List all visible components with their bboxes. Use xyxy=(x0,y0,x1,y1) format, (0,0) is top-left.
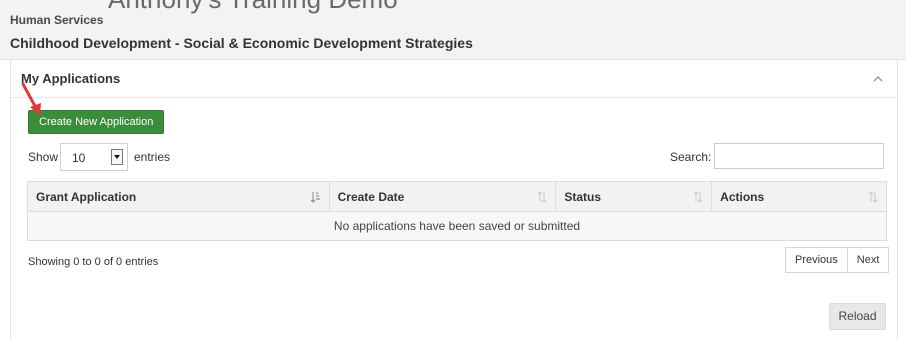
show-label: Show xyxy=(28,150,59,164)
table-info: Showing 0 to 0 of 0 entries xyxy=(28,256,159,268)
column-header-label: Status xyxy=(564,189,602,204)
panel-header[interactable]: My Applications xyxy=(11,60,897,98)
column-header-label: Grant Application xyxy=(36,189,137,204)
search-label: Search: xyxy=(670,150,712,164)
page-header: Anthony's Training Demo Human Services C… xyxy=(0,0,906,60)
entries-label: entries xyxy=(134,150,171,164)
next-page-button[interactable]: Next xyxy=(847,247,890,273)
create-new-application-button[interactable]: Create New Application xyxy=(28,110,165,134)
column-header-status[interactable]: Status xyxy=(555,181,713,212)
entries-select[interactable]: 10 xyxy=(60,143,128,171)
chevron-up-icon[interactable] xyxy=(871,72,885,86)
column-header-label: Actions xyxy=(720,189,765,204)
sort-icon xyxy=(868,191,878,203)
sort-ascending-icon xyxy=(310,192,320,203)
table-header-row: Grant Application Create Date Status Act… xyxy=(27,181,887,212)
my-applications-panel: My Applications Create New Application S… xyxy=(10,60,898,340)
dropdown-arrow-icon[interactable] xyxy=(111,149,123,165)
pagination: Previous Next xyxy=(785,247,890,273)
entries-value: 10 xyxy=(72,151,86,165)
program-title: Childhood Development - Social & Economi… xyxy=(10,35,473,51)
empty-table-message: No applications have been saved or submi… xyxy=(27,211,887,241)
app-title: Anthony's Training Demo xyxy=(108,0,398,15)
sort-icon xyxy=(537,191,547,203)
column-header-label: Create Date xyxy=(337,189,405,204)
applications-table: Grant Application Create Date Status Act… xyxy=(27,181,887,241)
panel-title: My Applications xyxy=(21,71,121,86)
column-header-grant-application[interactable]: Grant Application xyxy=(27,181,330,212)
organization-name: Human Services xyxy=(10,13,104,27)
sort-icon xyxy=(693,191,703,203)
table-row: No applications have been saved or submi… xyxy=(27,211,887,241)
reload-button[interactable]: Reload xyxy=(829,303,886,330)
column-header-create-date[interactable]: Create Date xyxy=(328,181,557,212)
previous-page-button[interactable]: Previous xyxy=(785,247,848,273)
column-header-actions[interactable]: Actions xyxy=(711,181,887,212)
search-input[interactable] xyxy=(714,143,884,169)
